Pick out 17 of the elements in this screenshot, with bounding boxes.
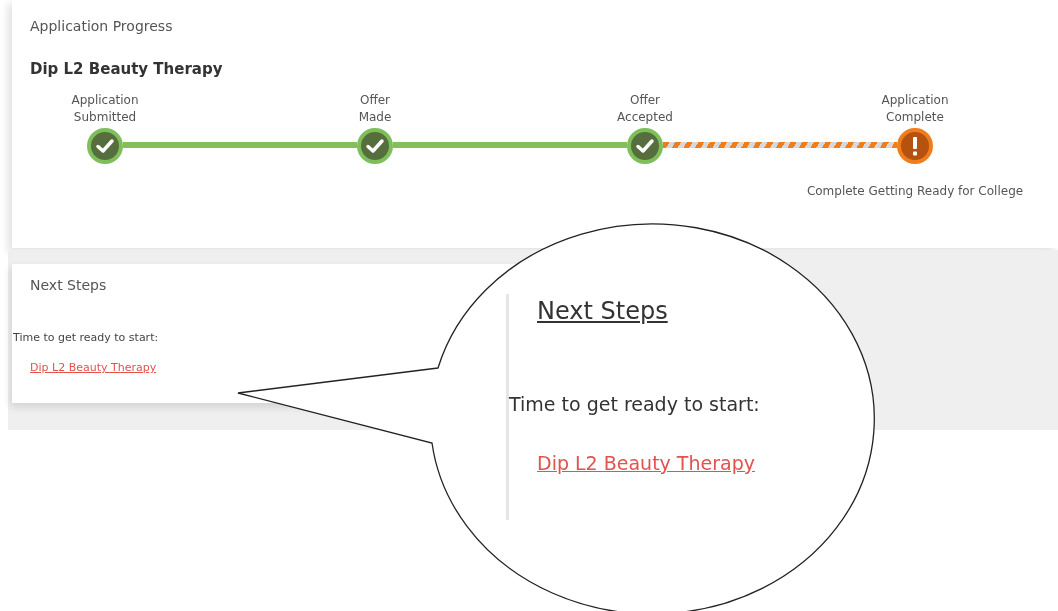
zoomed-title: Next Steps: [537, 297, 668, 325]
card-title: Application Progress: [30, 18, 174, 34]
step-note: Complete Getting Ready for College: [806, 184, 1024, 198]
check-icon: [87, 128, 123, 164]
exclamation-icon: [897, 128, 933, 164]
check-icon: [357, 128, 393, 164]
step-label: Application Submitted: [71, 92, 139, 126]
zoomed-course-link[interactable]: Dip L2 Beauty Therapy: [537, 452, 755, 474]
course-link[interactable]: Dip L2 Beauty Therapy: [30, 361, 157, 374]
course-title: Dip L2 Beauty Therapy: [30, 60, 224, 78]
zoomed-intro-text: Time to get ready to start:: [509, 393, 761, 415]
intro-text: Time to get ready to start:: [13, 331, 160, 344]
check-icon: [627, 128, 663, 164]
step-label: Offer Made: [358, 92, 392, 126]
card-title: Next Steps: [30, 277, 108, 293]
step-label: Offer Accepted: [617, 92, 673, 126]
step-label: Application Complete: [881, 92, 949, 126]
